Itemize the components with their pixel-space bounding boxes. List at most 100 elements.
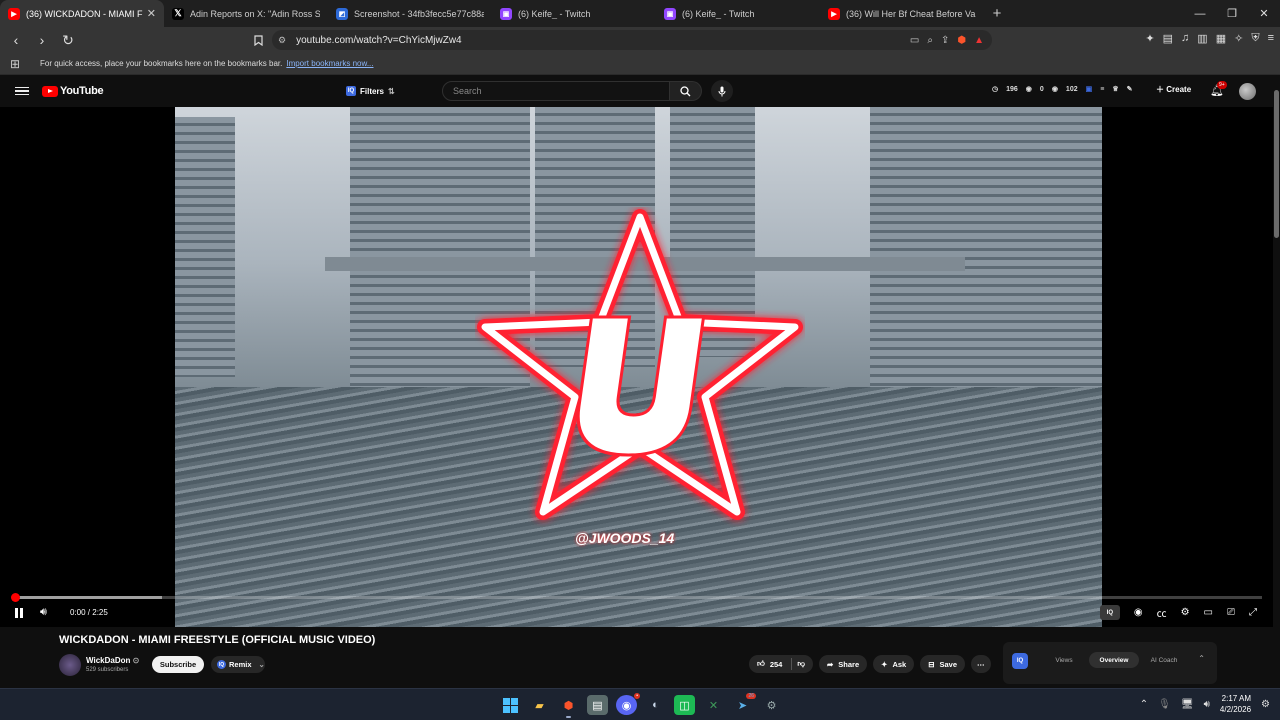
discord-icon[interactable]: ◉ • [616, 693, 640, 715]
ai-icon[interactable]: ✧ [1234, 32, 1243, 45]
site-info-icon[interactable]: ⚙ [278, 35, 286, 46]
chevron-down-icon: ⌄ [258, 660, 265, 669]
video-frame[interactable]: @JWOODS_14 [175, 107, 1102, 627]
tab-4[interactable]: ▣ (6) Keife_ - Twitch [656, 0, 820, 27]
address-bar[interactable]: ⚙ youtube.com/watch?v=ChYicMjwZw4 ▭ ⌕ ⇪ … [272, 30, 992, 50]
pause-icon[interactable] [14, 608, 24, 618]
more-actions-button[interactable]: ⋯ [971, 655, 991, 673]
clock[interactable]: 2:17 AM 4/2/2026 [1220, 693, 1251, 715]
tab-0[interactable]: ▶ (36) WICKDADON - MIAMI FR ✕ [0, 0, 164, 27]
tab-3[interactable]: ▣ (6) Keife_ - Twitch [492, 0, 656, 27]
subscriber-count: 529 subscribers [86, 667, 129, 673]
iq-player-button[interactable]: IQ [1099, 605, 1120, 620]
wallet-icon[interactable]: ▦ [1216, 32, 1226, 45]
minimize-icon[interactable]: — [1184, 0, 1216, 27]
account-avatar[interactable] [1239, 83, 1256, 100]
iq-icon[interactable]: ▣ [1086, 85, 1093, 93]
subscribe-button[interactable]: Subscribe [152, 656, 204, 673]
tab-5[interactable]: ▶ (36) Will Her Bf Cheat Before Valentin [820, 0, 984, 27]
back-icon[interactable]: ‹ [6, 30, 26, 50]
search-button[interactable] [670, 81, 702, 101]
brave-browser-icon[interactable]: ⬢ [558, 695, 579, 718]
music-icon[interactable]: ♫ [1181, 32, 1189, 45]
extensions-icon[interactable]: ✦ [1145, 32, 1154, 45]
video-watermark: @JWOODS_14 [575, 530, 675, 546]
tab-ai-coach[interactable]: AI Coach [1139, 652, 1189, 668]
excel-icon[interactable]: ✕ [703, 695, 724, 715]
tab-views[interactable]: Views [1039, 652, 1089, 668]
cast-icon[interactable]: ▭ [910, 35, 919, 46]
extension-stats: ◷ 196 ◉ 0 ◉ 102 ▣ ≡ ♕ ✎ [992, 85, 1133, 94]
sidebar-icon[interactable]: ▥ [1197, 32, 1207, 45]
building [975, 107, 1102, 397]
chevron-up-icon[interactable]: ⌃ [1140, 699, 1148, 710]
apps-grid-icon[interactable]: ⊞ [10, 57, 26, 71]
brave-rewards-icon[interactable]: ▲ [974, 35, 984, 46]
trophy-icon[interactable]: ♕ [1112, 85, 1118, 93]
vpn-icon[interactable]: ⛨ [1251, 32, 1259, 45]
miniplayer-icon[interactable]: ▭ [1204, 607, 1213, 618]
settings-icon[interactable]: ⚙ [761, 695, 782, 715]
filters-button[interactable]: IQ Filters ⇅ [346, 83, 395, 99]
tab-overview[interactable]: Overview [1089, 652, 1139, 668]
brave-shield-icon[interactable]: ⬢ [957, 35, 966, 46]
zoom-icon[interactable]: ⌕ [927, 35, 933, 46]
tab-title: Screenshot - 34fb3fecc5e77c88a827 [354, 8, 484, 19]
ask-button[interactable]: ✦ Ask [873, 655, 915, 673]
app-icon[interactable]: ◫ [674, 695, 695, 715]
close-icon[interactable]: ✕ [147, 7, 156, 20]
tab-1[interactable]: 𝕏 Adin Reports on X: "Adin Ross SHOC [164, 0, 328, 27]
network-icon[interactable]: 🖥︎ [1181, 699, 1194, 710]
voice-search-button[interactable] [711, 80, 733, 102]
menu-icon[interactable]: ≡ [1268, 32, 1274, 45]
building [175, 117, 235, 377]
steam-icon[interactable]: ◐ [645, 695, 666, 715]
reload-icon[interactable]: ↻ [58, 30, 78, 50]
settings-gear-icon[interactable]: ⚙ [1181, 607, 1190, 618]
mic-tray-icon[interactable]: 🎙︎ [1158, 699, 1171, 710]
telegram-icon[interactable]: ➤ 26 [732, 693, 756, 715]
thumbs-down-icon[interactable]: 👎︎ [797, 659, 805, 669]
chevron-up-icon[interactable]: ⌃ [1198, 654, 1205, 663]
tab-search-icon[interactable]: ▤ [1163, 32, 1173, 45]
file-explorer-icon[interactable]: ▰ [529, 695, 550, 715]
hamburger-menu-icon[interactable] [15, 86, 29, 96]
page-scrollbar[interactable] [1273, 76, 1280, 688]
import-bookmarks-link[interactable]: Import bookmarks now... [286, 59, 373, 68]
remix-button[interactable]: IQ Remix ⌄ [211, 656, 265, 673]
start-windows-icon[interactable] [500, 695, 521, 715]
video-player[interactable]: @JWOODS_14 [0, 107, 1273, 627]
sliders-icon: ⇅ [388, 86, 395, 96]
share-button[interactable]: ➦ Share [818, 655, 868, 673]
notification-center-icon[interactable]: ⚙ [1261, 699, 1270, 710]
save-button[interactable]: ⊟ Save [920, 655, 966, 673]
like-button[interactable]: 👍︎ 254 👎︎ [749, 655, 813, 673]
progress-bar[interactable] [10, 593, 1262, 602]
notifications-button[interactable]: 🔔︎ 9+ [1210, 81, 1227, 97]
create-button[interactable]: ＋ Create [1156, 84, 1191, 95]
scrubber-handle[interactable] [10, 593, 20, 602]
building [870, 107, 975, 387]
bookmark-icon[interactable] [248, 30, 268, 50]
fullscreen-icon[interactable]: ⤢ [1249, 607, 1257, 618]
autoplay-toggle-icon[interactable]: ◉ [1134, 607, 1143, 618]
share-icon[interactable]: ⇪ [941, 35, 949, 46]
channel-avatar[interactable] [59, 654, 81, 676]
star-logo [477, 209, 803, 520]
captions-icon[interactable]: ㏄ [1157, 605, 1167, 620]
store-icon[interactable]: ▤ [587, 695, 608, 715]
volume-icon[interactable]: 🔊︎ [40, 606, 47, 619]
cast-icon[interactable]: ⎚ [1227, 607, 1235, 618]
tab-2[interactable]: ◩ Screenshot - 34fb3fecc5e77c88a827 [328, 0, 492, 27]
speaker-icon[interactable]: 🔊︎ [1204, 699, 1210, 710]
forward-icon[interactable]: › [32, 30, 52, 50]
maximize-icon[interactable]: ❐ [1216, 0, 1248, 27]
youtube-logo[interactable]: YouTube [42, 85, 104, 97]
list-icon[interactable]: ≡ [1100, 86, 1104, 93]
channel-name[interactable]: WickDaDon ⊙ [86, 656, 139, 665]
close-window-icon[interactable]: ✕ [1248, 0, 1280, 27]
search-input[interactable]: Search [442, 81, 670, 101]
scrollbar-thumb[interactable] [1274, 90, 1279, 238]
new-tab-button[interactable]: + [984, 0, 1010, 27]
pen-icon[interactable]: ✎ [1127, 85, 1133, 93]
